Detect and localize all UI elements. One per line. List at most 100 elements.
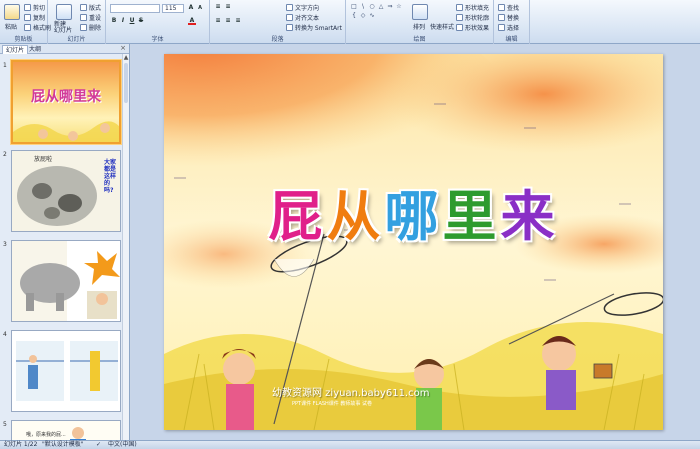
text-direction-label: 文字方向 <box>295 5 320 12</box>
thumb-number: 3 <box>3 241 7 248</box>
shape-outline-label: 形状轮廓 <box>465 15 490 22</box>
curve-shape-icon[interactable]: ∿ <box>368 12 376 19</box>
bullets-button[interactable]: ≡ <box>214 3 222 11</box>
thumb-number: 2 <box>3 151 7 158</box>
font-size-combo[interactable]: 115 <box>162 4 184 13</box>
title-char-4: 里 <box>442 185 501 248</box>
watermark-subtext: PPT课件 FLASH课件 教师故事 试卷 <box>292 401 372 407</box>
slide-editor: 屁从哪里来 幼教资源网 ziyuan.baby611.com PPT课件 FLA… <box>131 44 700 440</box>
watermark-text: 幼教资源网 ziyuan.baby611.com <box>272 388 430 399</box>
outline-icon <box>456 14 463 21</box>
thumb-3-art <box>12 241 120 321</box>
align-left-button[interactable]: ≡ <box>214 17 222 25</box>
quick-styles-button[interactable]: 快速样式 <box>430 22 454 31</box>
delete-label: 删除 <box>89 25 102 32</box>
italic-button[interactable]: I <box>119 17 127 25</box>
select-button[interactable]: 选择 <box>498 23 519 32</box>
thumb-4-art <box>16 341 118 401</box>
copy-label: 复制 <box>33 15 46 22</box>
clipboard-group: 粘贴 剪切 复制 格式刷 剪贴板 <box>0 0 51 44</box>
panel-tabs: 幻灯片 大纲 × <box>0 44 129 54</box>
bold-button[interactable]: B <box>110 17 118 25</box>
layout-button[interactable]: 版式 <box>80 3 101 12</box>
text-direction-button[interactable]: 文字方向 <box>286 3 319 12</box>
cursor-icon <box>498 24 505 31</box>
scrollbar-thumb[interactable] <box>124 63 128 103</box>
scroll-up-icon[interactable]: ▲ <box>123 54 129 62</box>
editing-group-label: 编辑 <box>505 36 518 43</box>
current-slide[interactable]: 屁从哪里来 幼教资源网 ziyuan.baby611.com PPT课件 FLA… <box>164 54 663 430</box>
replace-icon <box>498 14 505 21</box>
slide-thumbnail-4[interactable] <box>11 330 121 412</box>
center-button[interactable]: ≡ <box>224 17 232 25</box>
triangle-shape-icon[interactable]: △ <box>377 3 385 10</box>
spell-check-icon[interactable]: ✓ <box>96 441 101 449</box>
title-char-5: 来 <box>500 185 559 248</box>
shape-fill-label: 形状填充 <box>465 5 490 12</box>
slides-group: 新建 幻灯片 版式 重设 删除 幻灯片 <box>48 0 106 44</box>
font-group: 115 A A B I U S A 字体 <box>106 0 210 44</box>
thumb-heading: 放屁啦 <box>34 156 53 163</box>
underline-button[interactable]: U <box>128 17 136 25</box>
rectangle-shape-icon[interactable]: □ <box>350 3 358 10</box>
language: 中文(中国) <box>108 441 137 448</box>
title-char-2: 从 <box>326 185 385 248</box>
paste-button[interactable]: 粘贴 <box>5 22 17 31</box>
thumb-side-text: 大家都是这样的吗? <box>104 159 117 194</box>
theme-name: "默认设计模板" <box>42 441 84 448</box>
line-shape-icon[interactable]: \ <box>359 3 367 10</box>
brace-shape-icon[interactable]: { <box>350 12 358 19</box>
close-panel-icon[interactable]: × <box>120 44 126 52</box>
arrange-icon[interactable] <box>412 4 428 20</box>
align-text-button[interactable]: 对齐文本 <box>286 13 319 22</box>
shrink-font-button[interactable]: A <box>196 4 204 12</box>
oval-shape-icon[interactable]: ○ <box>368 3 376 10</box>
shape-fill-button[interactable]: 形状填充 <box>456 3 489 12</box>
new-slide-icon[interactable] <box>56 4 72 20</box>
font-group-label: 字体 <box>151 36 164 43</box>
delete-icon <box>80 24 87 31</box>
delete-slide-button[interactable]: 删除 <box>80 23 101 32</box>
align-text-label: 对齐文本 <box>295 15 320 22</box>
grow-font-button[interactable]: A <box>187 4 195 12</box>
font-name-combo[interactable] <box>110 4 160 13</box>
tab-outline[interactable]: 大纲 <box>26 45 44 54</box>
layout-label: 版式 <box>89 5 102 12</box>
shape-outline-button[interactable]: 形状轮廓 <box>456 13 489 22</box>
shape-effects-button[interactable]: 形状效果 <box>456 23 489 32</box>
paragraph-group: ≡ ≡ ≡ ≡ ≡ 文字方向 对齐文本 转换为 SmartArt 段落 <box>210 0 346 44</box>
smartart-label: 转换为 SmartArt <box>295 25 342 32</box>
drawing-group: □ \ ○ △ ⇒ ☆ { ◇ ∿ 排列 快速样式 形状填充 形状轮廓 形状效果… <box>346 0 494 44</box>
editing-group: 查找 替换 选择 编辑 <box>494 0 530 44</box>
copy-icon <box>24 14 31 21</box>
strikethrough-button[interactable]: S <box>137 17 145 25</box>
find-button[interactable]: 查找 <box>498 3 519 12</box>
numbering-button[interactable]: ≡ <box>224 3 232 11</box>
reset-label: 重设 <box>89 15 102 22</box>
star-shape-icon[interactable]: ☆ <box>395 3 403 10</box>
slide-thumbnail-2[interactable]: 放屁啦 大家都是这样的吗? <box>11 150 121 232</box>
align-right-button[interactable]: ≡ <box>234 17 242 25</box>
paste-icon[interactable] <box>4 4 20 20</box>
arrow-shape-icon[interactable]: ⇒ <box>386 3 394 10</box>
text-direction-icon <box>286 4 293 11</box>
reset-button[interactable]: 重设 <box>80 13 101 22</box>
thumb-1-art <box>13 121 119 142</box>
callout-shape-icon[interactable]: ◇ <box>359 12 367 19</box>
panel-scrollbar[interactable]: ▲ <box>122 54 129 440</box>
arrange-button[interactable]: 排列 <box>413 22 425 31</box>
slide-thumbnail-1[interactable]: 屁从哪里来 <box>11 60 121 144</box>
slide-count: 幻灯片 1/22 <box>4 441 38 448</box>
new-slide-button[interactable]: 新建 幻灯片 <box>54 22 72 34</box>
smartart-button[interactable]: 转换为 SmartArt <box>286 23 342 32</box>
replace-button[interactable]: 替换 <box>498 13 519 22</box>
slide-thumbnail-3[interactable] <box>11 240 121 322</box>
tab-slides[interactable]: 幻灯片 <box>2 45 29 54</box>
slides-group-label: 幻灯片 <box>67 36 86 43</box>
font-color-button[interactable]: A <box>188 17 196 25</box>
format-painter-button[interactable]: 格式刷 <box>24 23 51 32</box>
copy-button[interactable]: 复制 <box>24 13 45 22</box>
paste-label: 粘贴 <box>5 24 18 31</box>
cut-button[interactable]: 剪切 <box>24 3 45 12</box>
slide-title[interactable]: 屁从哪里来 <box>164 172 663 251</box>
